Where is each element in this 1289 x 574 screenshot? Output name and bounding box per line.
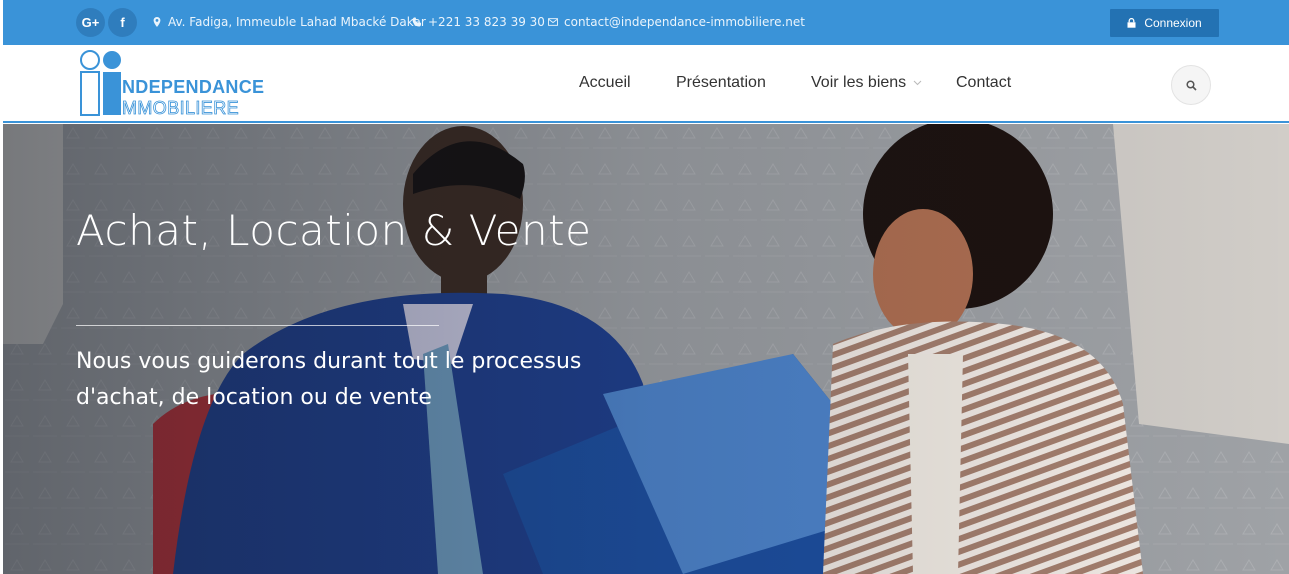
- login-button[interactable]: Connexion: [1110, 9, 1219, 37]
- email-info: contact@independance-immobiliere.net: [548, 15, 805, 29]
- address-text: Av. Fadiga, Immeuble Lahad Mbacké Dakar: [168, 15, 426, 29]
- facebook-icon[interactable]: f: [108, 8, 137, 37]
- google-plus-icon[interactable]: G+: [76, 8, 105, 37]
- main-navbar: NDEPENDANCE MMOBILIERE Accueil Présentat…: [3, 45, 1289, 123]
- phone-text[interactable]: +221 33 823 39 30: [428, 15, 545, 29]
- company-logo[interactable]: NDEPENDANCE MMOBILIERE: [78, 48, 274, 118]
- nav-item-voir-les-biens-label: Voir les biens: [811, 74, 907, 91]
- search-icon: [1185, 79, 1197, 91]
- nav-item-accueil[interactable]: Accueil: [579, 74, 631, 92]
- lock-icon: [1127, 18, 1136, 28]
- email-text[interactable]: contact@independance-immobiliere.net: [564, 15, 805, 29]
- login-label: Connexion: [1144, 16, 1202, 30]
- hero-divider: [76, 325, 439, 326]
- phone-icon: [412, 17, 421, 27]
- nav-item-contact[interactable]: Contact: [956, 74, 1011, 92]
- map-marker-icon: [153, 17, 161, 27]
- search-button[interactable]: [1171, 65, 1211, 105]
- top-bar: G+ f Av. Fadiga, Immeuble Lahad Mbacké D…: [3, 0, 1289, 45]
- chevron-down-icon: [913, 80, 922, 86]
- logo-line1: NDEPENDANCE: [122, 77, 264, 97]
- nav-item-voir-les-biens[interactable]: Voir les biens: [811, 74, 922, 92]
- nav-item-presentation[interactable]: Présentation: [676, 74, 766, 92]
- envelope-icon: [548, 18, 558, 26]
- phone-info: +221 33 823 39 30: [412, 15, 545, 29]
- address-info: Av. Fadiga, Immeuble Lahad Mbacké Dakar: [152, 15, 426, 29]
- logo-line2: MMOBILIERE: [122, 98, 239, 118]
- hero-banner: Achat, Location & Vente Nous vous guider…: [3, 124, 1289, 574]
- hero-subtitle: Nous vous guiderons durant tout le proce…: [76, 349, 582, 410]
- hero-title: Achat, Location & Vente: [76, 206, 592, 255]
